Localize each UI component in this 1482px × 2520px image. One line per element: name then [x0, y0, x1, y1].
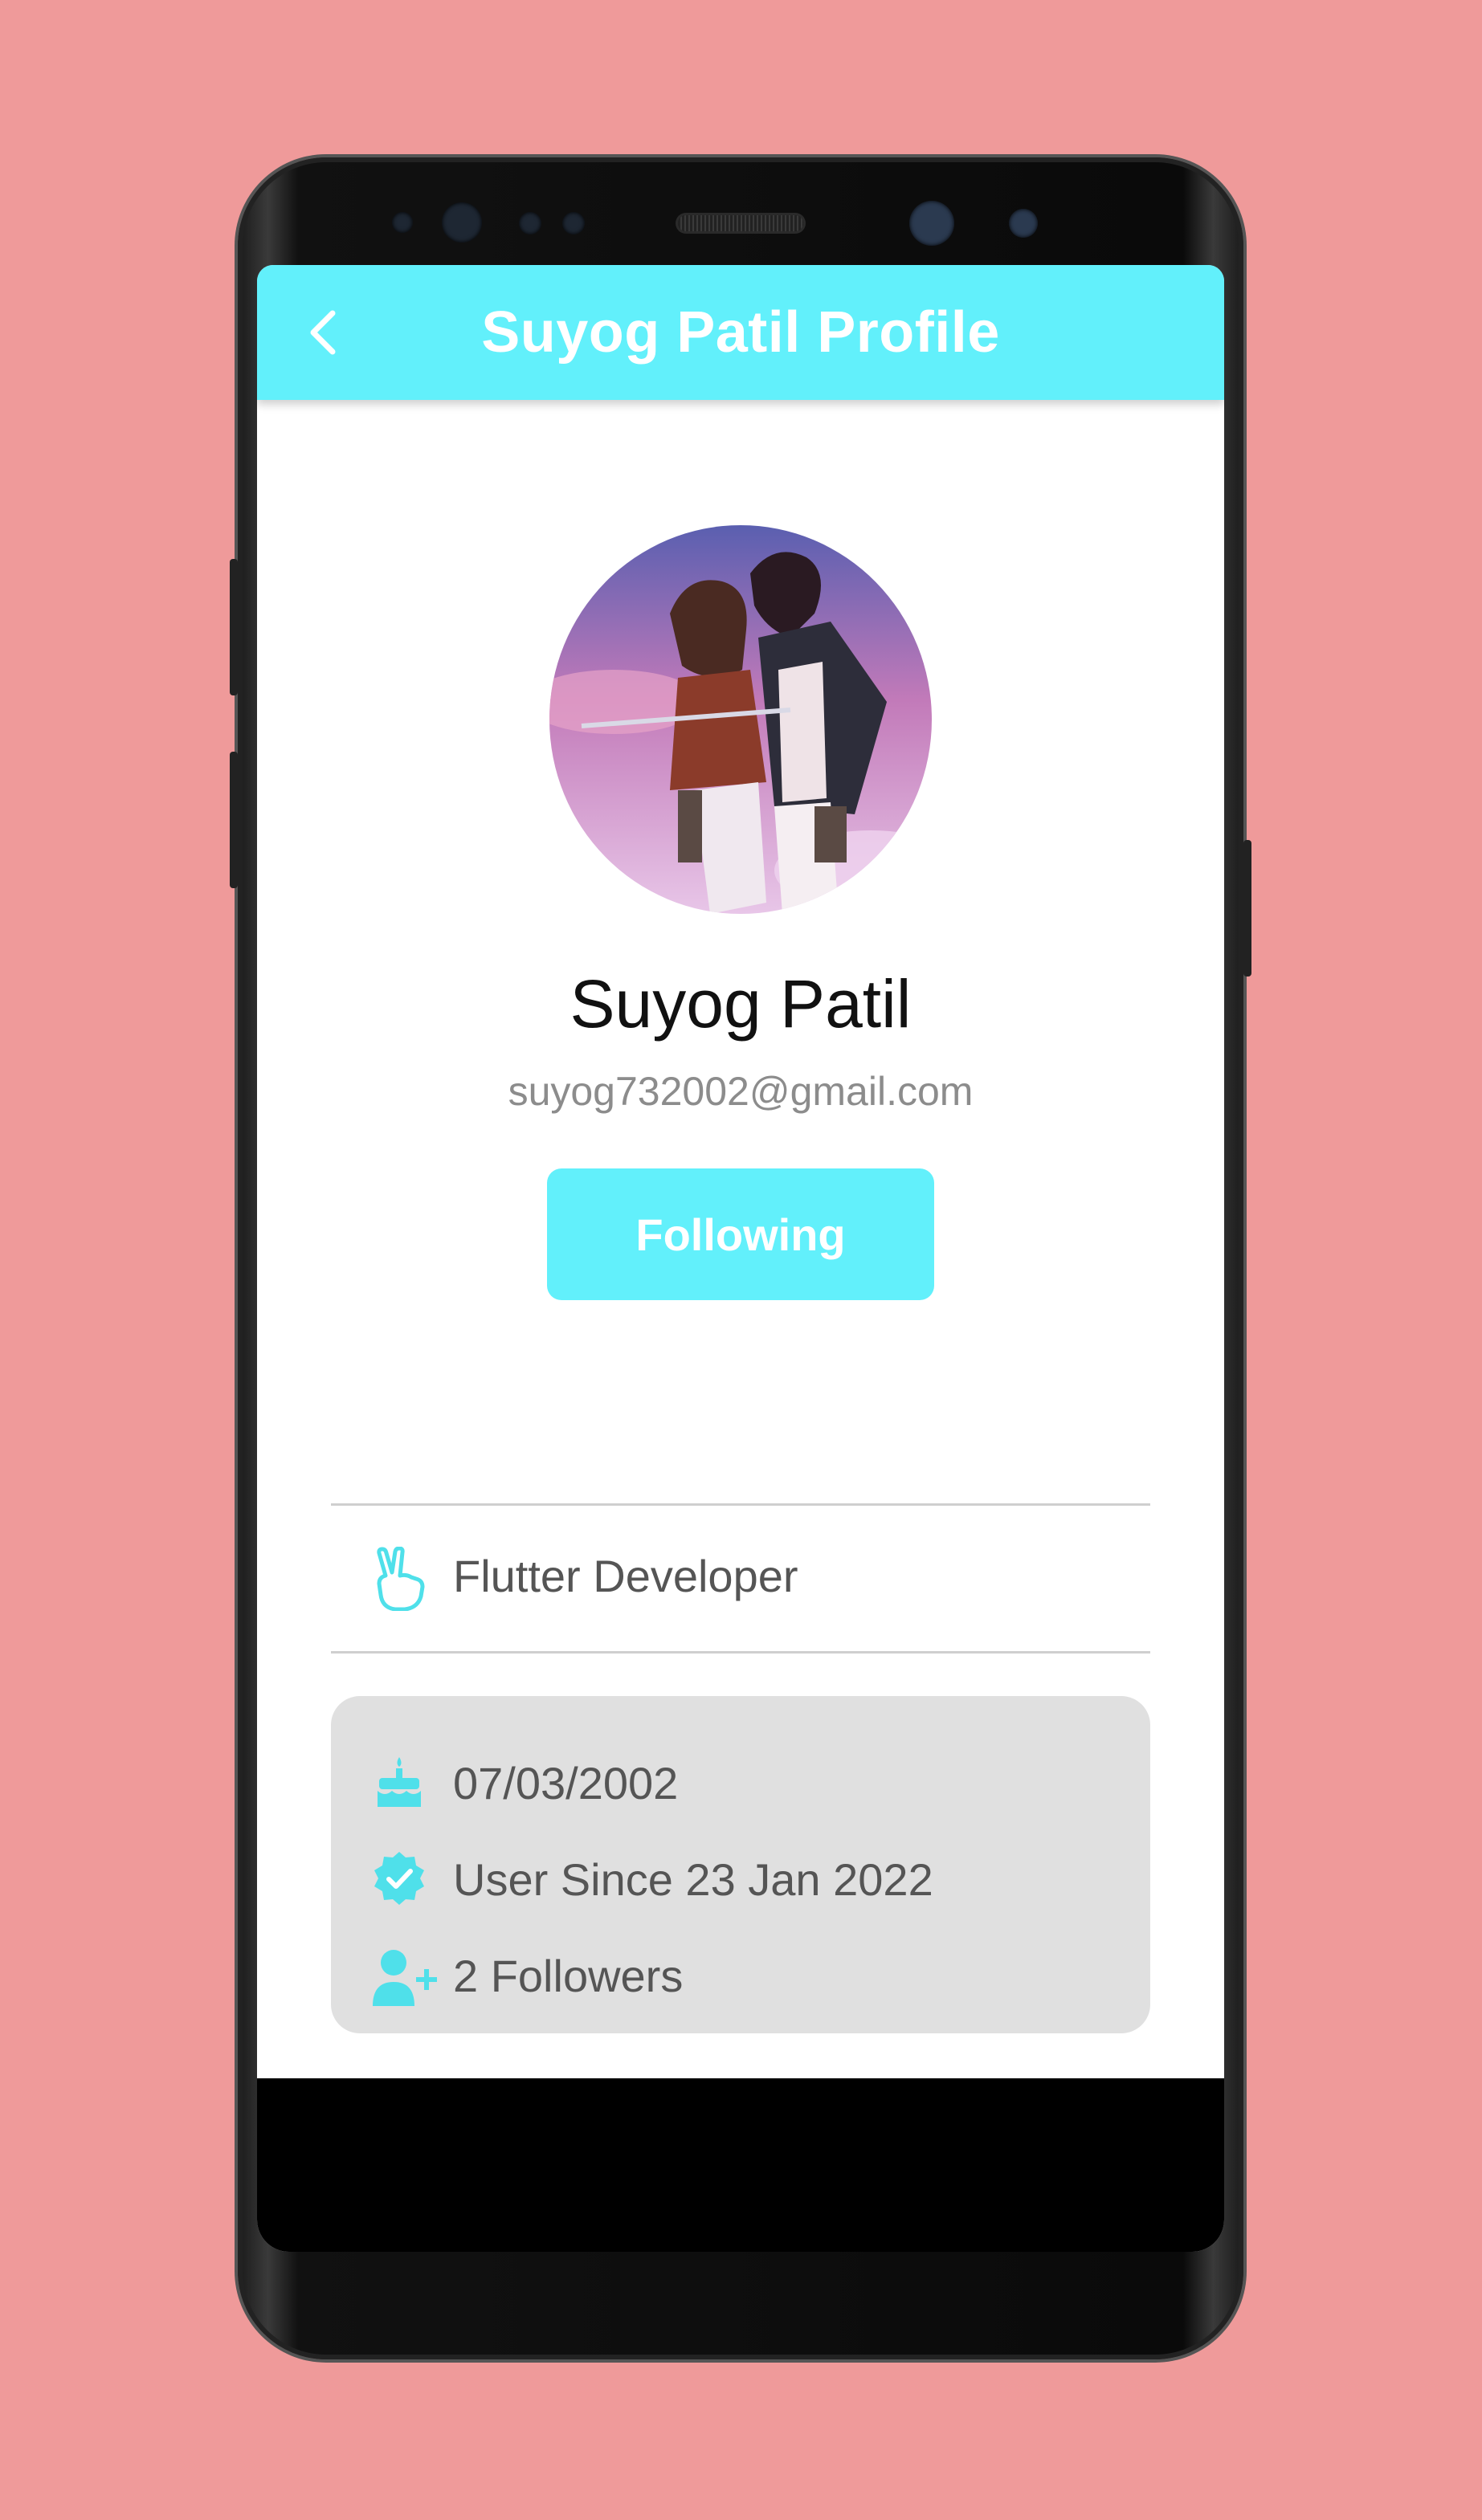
followers-label[interactable]: 2 Followers	[453, 1950, 683, 2002]
app-screen: Suyog Patil Profile Suyog Patil suyog732…	[257, 265, 1224, 2252]
role-row: Flutter Developer	[331, 1503, 1150, 1648]
volume-down-button	[230, 752, 238, 888]
phone-frame: Suyog Patil Profile Suyog Patil suyog732…	[230, 157, 1251, 2359]
front-camera	[442, 202, 482, 243]
info-card: 07/03/2002 User Since 23 Jan 2022 2 Foll…	[331, 1696, 1150, 2033]
phone-top-bezel	[238, 157, 1243, 262]
verified-badge-icon	[371, 1850, 427, 1906]
profile-email: suyog732002@gmail.com	[508, 1069, 974, 1114]
divider	[331, 1651, 1150, 1653]
peace-hand-icon	[371, 1546, 429, 1612]
birthday-row: 07/03/2002	[331, 1741, 1150, 1821]
sensor-dot	[392, 212, 413, 233]
following-button[interactable]: Following	[547, 1168, 934, 1300]
cake-icon	[371, 1754, 427, 1810]
profile-name: Suyog Patil	[570, 966, 912, 1042]
earpiece-speaker	[678, 215, 803, 231]
person-add-icon	[371, 1947, 437, 2006]
sensor-dot	[519, 212, 541, 234]
member-since-row: User Since 23 Jan 2022	[331, 1837, 1150, 1918]
birthday-label: 07/03/2002	[453, 1758, 679, 1808]
sensor-dot	[1009, 209, 1038, 238]
role-label: Flutter Developer	[453, 1551, 798, 1601]
iris-camera	[909, 201, 954, 246]
volume-up-button	[230, 559, 238, 695]
power-button	[1243, 840, 1251, 977]
member-since-label: User Since 23 Jan 2022	[453, 1854, 933, 1905]
avatar	[549, 525, 932, 914]
app-bar: Suyog Patil Profile	[257, 265, 1224, 400]
page-title: Suyog Patil Profile	[481, 300, 1000, 365]
followers-row: 2 Followers	[331, 1934, 1150, 2014]
chevron-left-icon[interactable]	[299, 307, 350, 358]
phone-bottom-bezel	[257, 2078, 1224, 2252]
sensor-dot	[562, 212, 585, 234]
